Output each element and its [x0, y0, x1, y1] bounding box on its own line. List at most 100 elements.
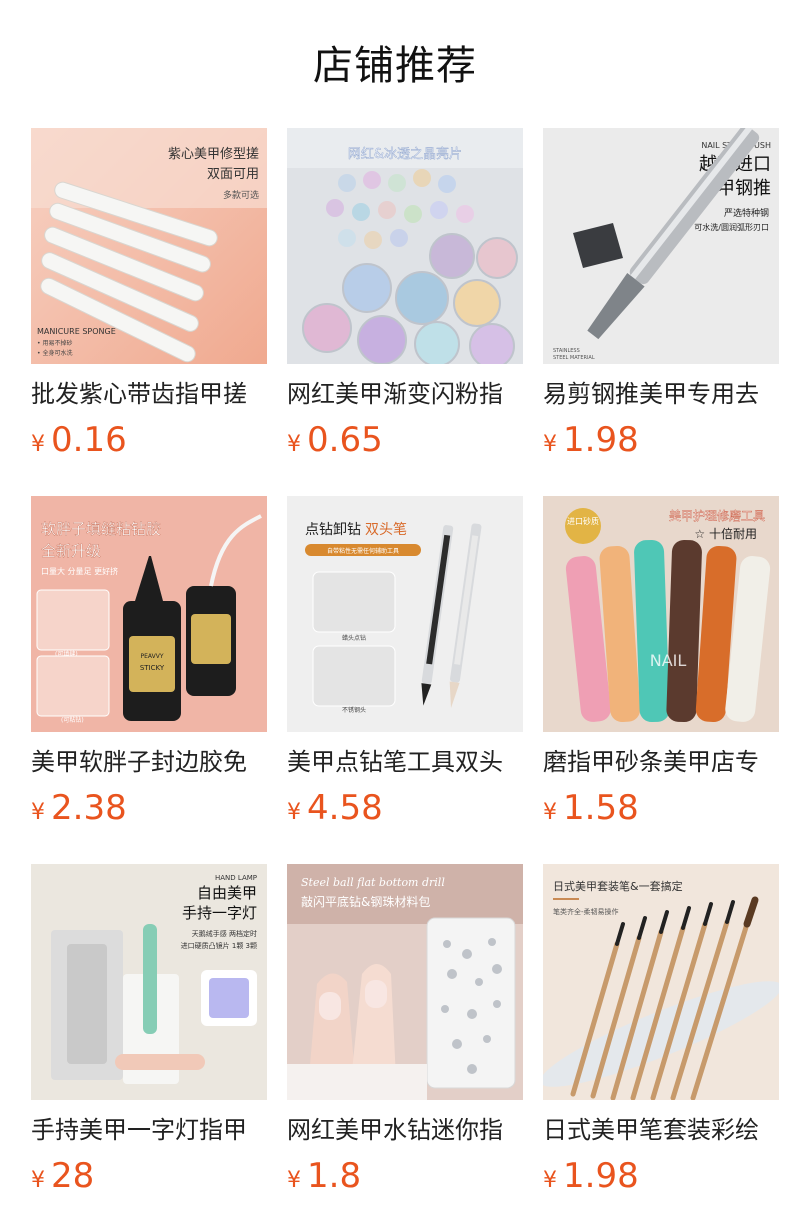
product-image[interactable]: 软胖子填缝粘钻胶 全新升级 口量大 分量足 更好挤 PEAVVY STICKY … [31, 496, 267, 732]
product-image[interactable]: 日式美甲套装笔&一套搞定 笔类齐全-柔韧易操作 [543, 864, 779, 1100]
product-card[interactable]: Steel ball flat bottom drill 敲闪平底钻&钢珠材料包 [287, 864, 523, 1196]
product-card[interactable]: 网红&冰透之晶亮片 网红美甲渐变闪粉指 ¥ 0.65 [287, 128, 523, 460]
dotting-pen-photo: 点钻卸钻 双头笔 自带粘性无需任何辅助工具 蜡头点钻 不锈钢头 [287, 496, 523, 732]
svg-text:PEAVVY: PEAVVY [140, 653, 163, 660]
svg-text:美甲护理修磨工具: 美甲护理修磨工具 [669, 508, 765, 523]
svg-text:双面可用: 双面可用 [207, 167, 259, 182]
price-value: 28 [51, 1156, 95, 1196]
product-price: ¥1.98 [543, 420, 779, 460]
hand-lamp-photo: HAND LAMP 自由美甲 手持一字灯 天鹅绒手感 两档定时 进口硬质凸镜片 … [31, 864, 267, 1100]
svg-text:• 全身可水洗: • 全身可水洗 [37, 349, 72, 357]
price-value: 1.58 [563, 788, 639, 828]
svg-text:全新升级: 全新升级 [41, 542, 101, 560]
rhinestone-kit-photo: Steel ball flat bottom drill 敲闪平底钻&钢珠材料包 [287, 864, 523, 1100]
svg-text:自带粘性无需任何辅助工具: 自带粘性无需任何辅助工具 [327, 547, 399, 555]
product-image[interactable]: HAND LAMP 自由美甲 手持一字灯 天鹅绒手感 两档定时 进口硬质凸镜片 … [31, 864, 267, 1100]
product-name[interactable]: 易剪钢推美甲专用去 [543, 376, 779, 412]
svg-text:MANICURE SPONGE: MANICURE SPONGE [37, 327, 116, 336]
product-name[interactable]: 手持美甲一字灯指甲 [31, 1112, 267, 1148]
svg-text:STICKY: STICKY [140, 664, 165, 672]
price-value: 4.58 [307, 788, 383, 828]
buffer-files-photo: 进口砂质 美甲护理修磨工具 ☆ 十倍耐用 NAIL [543, 496, 779, 732]
price-value: 1.98 [563, 420, 639, 460]
nail-file-photo: 紫心美甲修型搓 双面可用 多款可选 MANICURE SPONGE • 用易不掉… [31, 128, 267, 364]
steel-pusher-photo: NAIL STEEL PUSH 越南进口 美甲钢推 严选特种钢 可水洗/圆润弧形… [543, 128, 779, 364]
product-card[interactable]: 紫心美甲修型搓 双面可用 多款可选 MANICURE SPONGE • 用易不掉… [31, 128, 267, 460]
currency-symbol: ¥ [543, 1168, 557, 1193]
svg-text:严选特种钢: 严选特种钢 [724, 207, 769, 219]
svg-text:多款可选: 多款可选 [223, 189, 259, 201]
currency-symbol: ¥ [287, 1168, 301, 1193]
svg-text:NAIL: NAIL [650, 651, 687, 670]
svg-text:双头笔: 双头笔 [365, 522, 407, 538]
product-card[interactable]: 日式美甲套装笔&一套搞定 笔类齐全-柔韧易操作 日式美甲笔套装彩绘 ¥ 1.98 [543, 864, 779, 1196]
recommendation-page: 店铺推荐 紫心美甲修型搓 双面可用 多款可选 MANICURE SPONGE •… [0, 0, 790, 1232]
product-card[interactable]: 软胖子填缝粘钻胶 全新升级 口量大 分量足 更好挤 PEAVVY STICKY … [31, 496, 267, 828]
glitter-jars-photo: 网红&冰透之晶亮片 [287, 128, 523, 364]
product-price: ¥0.65 [287, 420, 523, 460]
svg-text:天鹅绒手感 两档定时: 天鹅绒手感 两档定时 [192, 929, 257, 938]
product-image[interactable]: 进口砂质 美甲护理修磨工具 ☆ 十倍耐用 NAIL [543, 496, 779, 732]
product-price: ¥28 [31, 1156, 267, 1196]
currency-symbol: ¥ [31, 1168, 45, 1193]
svg-text:笔类齐全-柔韧易操作: 笔类齐全-柔韧易操作 [553, 907, 619, 916]
price-value: 1.98 [563, 1156, 639, 1196]
glue-bottle-photo: 软胖子填缝粘钻胶 全新升级 口量大 分量足 更好挤 PEAVVY STICKY … [31, 496, 267, 732]
svg-text:HAND LAMP: HAND LAMP [215, 874, 257, 882]
svg-text:进口砂质: 进口砂质 [567, 516, 599, 526]
product-image[interactable]: 网红&冰透之晶亮片 [287, 128, 523, 364]
product-image[interactable]: NAIL STEEL PUSH 越南进口 美甲钢推 严选特种钢 可水洗/圆润弧形… [543, 128, 779, 364]
currency-symbol: ¥ [543, 800, 557, 825]
svg-text:STAINLESS: STAINLESS [553, 348, 580, 354]
page-title: 店铺推荐 [313, 43, 477, 89]
product-price: ¥1.98 [543, 1156, 779, 1196]
svg-text:• 用易不掉砂: • 用易不掉砂 [37, 339, 72, 347]
product-card[interactable]: 进口砂质 美甲护理修磨工具 ☆ 十倍耐用 NAIL 磨指甲砂条美甲店专 ¥ 1.… [543, 496, 779, 828]
price-value: 2.38 [51, 788, 127, 828]
brush-set-photo: 日式美甲套装笔&一套搞定 笔类齐全-柔韧易操作 [543, 864, 779, 1100]
svg-text:可水洗/圆润弧形刃口: 可水洗/圆润弧形刃口 [694, 222, 769, 232]
product-name[interactable]: 美甲软胖子封边胶免 [31, 744, 267, 780]
svg-text:Steel ball flat bottom drill: Steel ball flat bottom drill [301, 876, 445, 889]
svg-text:自由美甲: 自由美甲 [197, 884, 257, 902]
product-image[interactable]: 点钻卸钻 双头笔 自带粘性无需任何辅助工具 蜡头点钻 不锈钢头 [287, 496, 523, 732]
product-image[interactable]: 紫心美甲修型搓 双面可用 多款可选 MANICURE SPONGE • 用易不掉… [31, 128, 267, 364]
svg-text:进口硬质凸镜片 1颗 3颗: 进口硬质凸镜片 1颗 3颗 [181, 941, 257, 950]
svg-text:(可粘钻): (可粘钻) [61, 716, 84, 724]
svg-text:不锈钢头: 不锈钢头 [342, 706, 366, 714]
price-value: 1.8 [307, 1156, 362, 1196]
svg-text:(可填缝): (可填缝) [55, 650, 78, 658]
product-name[interactable]: 日式美甲笔套装彩绘 [543, 1112, 779, 1148]
product-card[interactable]: 点钻卸钻 双头笔 自带粘性无需任何辅助工具 蜡头点钻 不锈钢头 美甲点钻笔工具双… [287, 496, 523, 828]
svg-text:敲闪平底钻&钢珠材料包: 敲闪平底钻&钢珠材料包 [301, 894, 430, 909]
product-name[interactable]: 美甲点钻笔工具双头 [287, 744, 523, 780]
svg-text:手持一字灯: 手持一字灯 [182, 904, 257, 922]
price-value: 0.16 [51, 420, 127, 460]
product-image[interactable]: Steel ball flat bottom drill 敲闪平底钻&钢珠材料包 [287, 864, 523, 1100]
product-card[interactable]: NAIL STEEL PUSH 越南进口 美甲钢推 严选特种钢 可水洗/圆润弧形… [543, 128, 779, 460]
product-price: ¥0.16 [31, 420, 267, 460]
currency-symbol: ¥ [287, 800, 301, 825]
product-name[interactable]: 网红美甲渐变闪粉指 [287, 376, 523, 412]
currency-symbol: ¥ [31, 800, 45, 825]
svg-text:☆ 十倍耐用: ☆ 十倍耐用 [694, 526, 757, 541]
product-card[interactable]: HAND LAMP 自由美甲 手持一字灯 天鹅绒手感 两档定时 进口硬质凸镜片 … [31, 864, 267, 1196]
svg-text:紫心美甲修型搓: 紫心美甲修型搓 [168, 146, 259, 162]
product-price: ¥1.8 [287, 1156, 523, 1196]
currency-symbol: ¥ [543, 432, 557, 457]
product-name[interactable]: 批发紫心带齿指甲搓 [31, 376, 267, 412]
currency-symbol: ¥ [287, 432, 301, 457]
svg-text:软胖子填缝粘钻胶: 软胖子填缝粘钻胶 [41, 520, 161, 538]
product-price: ¥1.58 [543, 788, 779, 828]
svg-text:网红&冰透之晶亮片: 网红&冰透之晶亮片 [348, 146, 462, 162]
svg-text:STEEL MATERIAL: STEEL MATERIAL [553, 355, 595, 361]
price-value: 0.65 [307, 420, 383, 460]
svg-text:日式美甲套装笔&一套搞定: 日式美甲套装笔&一套搞定 [553, 879, 683, 893]
currency-symbol: ¥ [31, 432, 45, 457]
svg-text:蜡头点钻: 蜡头点钻 [342, 634, 366, 642]
product-name[interactable]: 网红美甲水钻迷你指 [287, 1112, 523, 1148]
product-name[interactable]: 磨指甲砂条美甲店专 [543, 744, 779, 780]
svg-text:口量大 分量足 更好挤: 口量大 分量足 更好挤 [41, 566, 118, 576]
product-price: ¥2.38 [31, 788, 267, 828]
svg-text:点钻卸钻: 点钻卸钻 [305, 522, 361, 538]
